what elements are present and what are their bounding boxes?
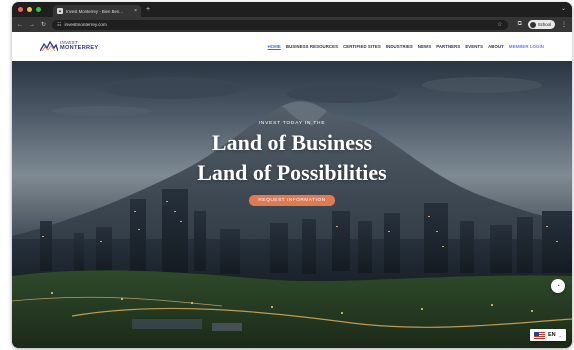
favicon-icon: ▲ — [57, 8, 63, 14]
nav-home[interactable]: HOME — [268, 44, 281, 49]
hero-eyebrow: INVEST TODAY IN THE — [258, 121, 326, 126]
nav-news[interactable]: NEWS — [418, 44, 431, 49]
chat-icon: ◔ — [555, 282, 561, 290]
minimize-window-button[interactable] — [27, 7, 32, 12]
star-icon[interactable]: ☆ — [497, 21, 502, 28]
tab-close-icon[interactable]: × — [134, 8, 137, 14]
logo-line2: MONTERREY — [60, 45, 99, 51]
hero-content: INVEST TODAY IN THE Land of Business Lan… — [12, 121, 572, 206]
new-tab-button[interactable]: + — [146, 6, 150, 13]
nav-industries[interactable]: INDUSTRIES — [386, 44, 413, 49]
site-logo[interactable]: INVEST MONTERREY — [40, 41, 98, 52]
nav-member-login[interactable]: MEMBER LOGIN — [509, 44, 544, 49]
site-header: INVEST MONTERREY HOME BUSINESS RESOURCES… — [12, 32, 572, 61]
main-nav: HOME BUSINESS RESOURCES CERTIFIED SITES … — [268, 44, 544, 49]
reload-icon[interactable]: ↻ — [41, 22, 46, 28]
profile-button[interactable]: School — [527, 20, 555, 29]
chevron-down-icon: ⌄ — [558, 332, 562, 338]
extension-icon[interactable]: ⧉ — [518, 21, 522, 28]
nav-about[interactable]: ABOUT — [488, 44, 504, 49]
nav-certified-sites[interactable]: CERTIFIED SITES — [343, 44, 381, 49]
language-selector[interactable]: EN ⌄ — [530, 329, 566, 341]
nav-partners[interactable]: PARTNERS — [436, 44, 460, 49]
menu-icon[interactable]: ⋮ — [561, 21, 567, 28]
tab-title: Invest Monterrey - Bien Ben... — [66, 8, 123, 14]
hero-section: INVEST TODAY IN THE Land of Business Lan… — [12, 61, 572, 348]
nav-business-resources[interactable]: BUSINESS RESOURCES — [286, 44, 338, 49]
hero-headline-line2: Land of Possibilities — [197, 160, 387, 185]
us-flag-icon — [534, 331, 545, 339]
forward-icon[interactable]: → — [29, 22, 35, 28]
tune-icon[interactable]: ☷ — [57, 22, 61, 28]
browser-tab[interactable]: ▲ Invest Monterrey - Bien Ben... × — [53, 5, 141, 17]
close-window-button[interactable] — [18, 7, 23, 12]
chat-button[interactable]: ◔ — [551, 279, 565, 293]
browser-toolbar: ← → ↻ ☷ investmonterrey.com ☆ ⧉ School ⋮ — [12, 17, 572, 32]
tab-strip: ▲ Invest Monterrey - Bien Ben... × + ⌄ — [12, 2, 572, 17]
maximize-window-button[interactable] — [36, 7, 41, 12]
avatar — [529, 21, 536, 28]
nav-events[interactable]: EVENTS — [465, 44, 483, 49]
browser-window: ▲ Invest Monterrey - Bien Ben... × + ⌄ ←… — [12, 2, 572, 348]
url-text: investmonterrey.com — [64, 22, 107, 27]
mountain-logo-icon — [40, 41, 58, 52]
language-code: EN — [548, 332, 556, 338]
window-controls — [18, 7, 41, 12]
back-icon[interactable]: ← — [17, 22, 23, 28]
tab-search-icon[interactable]: ⌄ — [561, 5, 566, 12]
address-bar[interactable]: ☷ investmonterrey.com ☆ — [52, 19, 508, 30]
profile-name: School — [537, 22, 551, 27]
request-information-button[interactable]: REQUEST INFORMATION — [249, 195, 335, 206]
hero-headline-line1: Land of Business — [211, 130, 373, 155]
